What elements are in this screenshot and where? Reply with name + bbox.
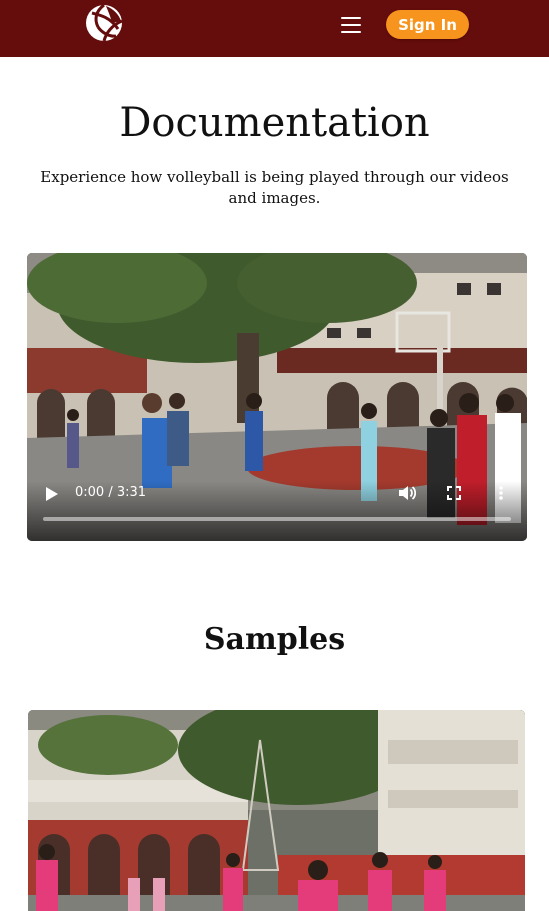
video-player[interactable]: 0:00 / 3:31 bbox=[27, 253, 527, 541]
samples-heading: Samples bbox=[203, 622, 346, 657]
more-options-icon[interactable] bbox=[497, 485, 505, 501]
sample-image[interactable] bbox=[28, 710, 525, 911]
page-title: Documentation bbox=[119, 100, 430, 146]
volleyball-logo-icon[interactable] bbox=[84, 3, 124, 43]
video-time-display: 0:00 / 3:31 bbox=[75, 485, 147, 500]
top-navbar: Sign In bbox=[0, 0, 549, 57]
play-icon[interactable] bbox=[45, 486, 59, 502]
sign-in-button[interactable]: Sign In bbox=[386, 10, 469, 39]
volume-icon[interactable] bbox=[398, 485, 416, 501]
video-seek-bar[interactable] bbox=[43, 517, 511, 521]
fullscreen-icon[interactable] bbox=[447, 486, 461, 500]
page-subtitle: Experience how volleyball is being playe… bbox=[40, 168, 509, 207]
hamburger-menu-icon[interactable] bbox=[339, 14, 363, 36]
sample-photo bbox=[28, 710, 525, 911]
